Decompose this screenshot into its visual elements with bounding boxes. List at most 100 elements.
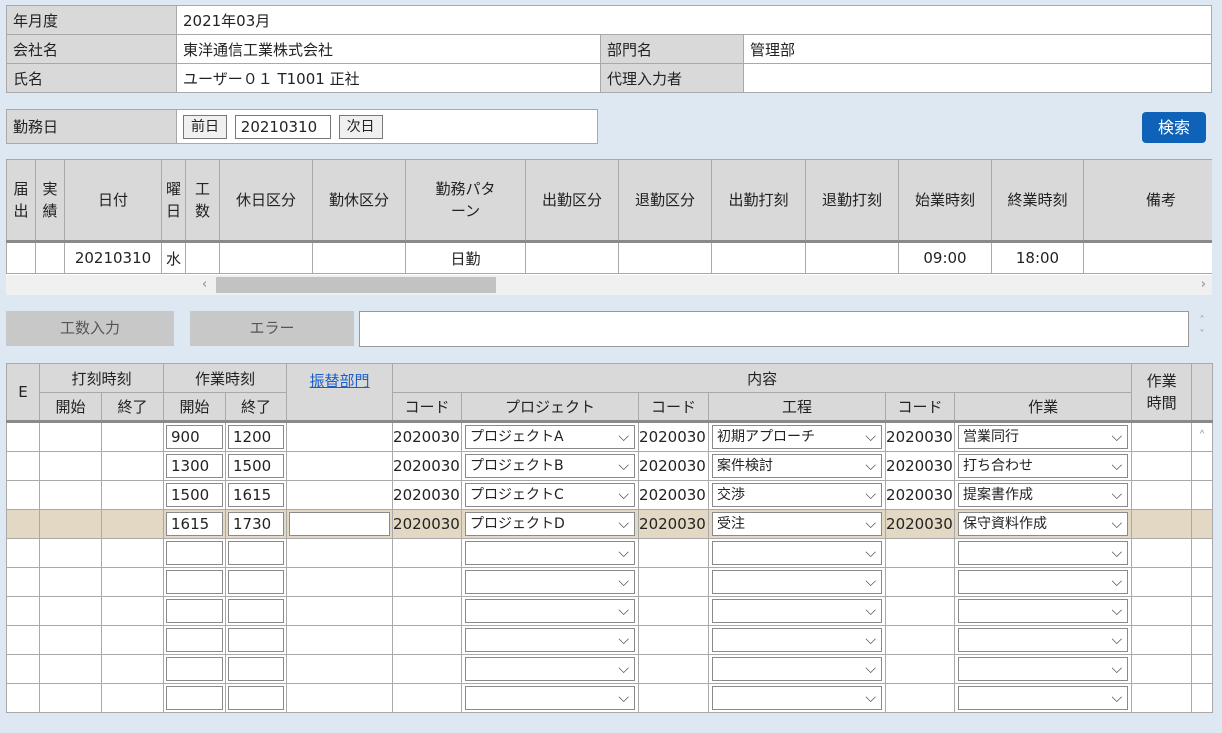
- col-end-time: 終業時刻: [991, 159, 1084, 242]
- next-day-button[interactable]: 次日: [338, 114, 383, 139]
- chevron-down-icon: ⌵: [865, 603, 877, 619]
- project-code: 2020030: [392, 451, 463, 481]
- work-end-input[interactable]: [228, 657, 285, 681]
- work-end-input[interactable]: 1500: [228, 454, 285, 478]
- error-message-box[interactable]: [359, 311, 1189, 347]
- project-select[interactable]: ⌵: [465, 599, 636, 623]
- task-select[interactable]: ⌵: [958, 599, 1129, 623]
- task-select[interactable]: 提案書作成 ⌵: [958, 483, 1129, 507]
- attendance-horizontal-scrollbar[interactable]: ‹ ›: [6, 275, 1212, 295]
- task-select[interactable]: ⌵: [958, 686, 1129, 710]
- process-code: 2020030: [638, 480, 710, 510]
- work-row[interactable]: ⌵ ⌵ ⌵: [6, 596, 1214, 626]
- work-start-input[interactable]: [166, 541, 224, 565]
- process-select[interactable]: 受注 ⌵: [712, 512, 883, 536]
- prev-day-button[interactable]: 前日: [183, 114, 227, 139]
- project-select[interactable]: ⌵: [465, 541, 636, 565]
- col-e: E: [6, 363, 40, 422]
- task-select[interactable]: ⌵: [958, 628, 1129, 652]
- task-code: [885, 625, 956, 655]
- project-select[interactable]: プロジェクトC ⌵: [465, 483, 636, 507]
- work-start-input[interactable]: [166, 628, 224, 652]
- scroll-up-icon[interactable]: ˄: [1198, 428, 1206, 446]
- work-end-input[interactable]: [228, 686, 285, 710]
- scroll-thumb[interactable]: [216, 277, 496, 293]
- scroll-right-icon[interactable]: ›: [1201, 275, 1206, 295]
- work-end-input[interactable]: [228, 570, 285, 594]
- attendance-row[interactable]: 20210310 水 日勤 09:00 18:00: [6, 241, 1212, 274]
- work-row[interactable]: ⌵ ⌵ ⌵: [6, 567, 1214, 597]
- task-select[interactable]: ⌵: [958, 570, 1129, 594]
- scroll-left-icon[interactable]: ‹: [202, 275, 207, 295]
- work-row[interactable]: ⌵ ⌵ ⌵: [6, 683, 1214, 713]
- task-select[interactable]: ⌵: [958, 657, 1129, 681]
- project-code: 2020030: [392, 421, 463, 452]
- work-start-input[interactable]: [166, 599, 224, 623]
- process-code: [638, 567, 710, 597]
- project-select[interactable]: プロジェクトD ⌵: [465, 512, 636, 536]
- search-button[interactable]: 検索: [1142, 112, 1206, 143]
- col-weekday: 曜日: [161, 159, 186, 242]
- task-select[interactable]: 打ち合わせ ⌵: [958, 454, 1129, 478]
- work-end-input[interactable]: [228, 628, 285, 652]
- process-select[interactable]: 案件検討 ⌵: [712, 454, 883, 478]
- task-select[interactable]: ⌵: [958, 541, 1129, 565]
- task-code: [885, 538, 956, 568]
- col-process-code: コード: [638, 392, 710, 422]
- work-row[interactable]: ⌵ ⌵ ⌵: [6, 625, 1214, 655]
- work-start-input[interactable]: 1300: [166, 454, 224, 478]
- chevron-down-icon: ⌵: [1111, 487, 1123, 503]
- work-row[interactable]: 1500 1615 2020030 プロジェクトC ⌵ 2020030 交渉 ⌵ 2020030…: [6, 480, 1214, 510]
- work-end-input[interactable]: 1200: [228, 425, 285, 449]
- task-select[interactable]: 保守資料作成 ⌵: [958, 512, 1129, 536]
- work-start-input[interactable]: [166, 570, 224, 594]
- chevron-down-icon: ⌵: [618, 516, 630, 532]
- task-code: 2020030: [885, 451, 956, 481]
- col-notification: 届出: [6, 159, 36, 242]
- project-select[interactable]: プロジェクトA ⌵: [465, 425, 636, 449]
- process-select[interactable]: 交渉 ⌵: [712, 483, 883, 507]
- project-select[interactable]: プロジェクトB ⌵: [465, 454, 636, 478]
- project-code: [392, 538, 463, 568]
- duration-cell: [1131, 567, 1193, 597]
- process-select[interactable]: ⌵: [712, 628, 883, 652]
- kosu-input-button[interactable]: 工数入力: [6, 311, 174, 346]
- work-row[interactable]: 900 1200 2020030 プロジェクトA ⌵ 2020030 初期アプローチ ⌵ 202…: [6, 421, 1214, 452]
- transfer-dept-link[interactable]: 振替部門: [310, 372, 370, 390]
- work-row[interactable]: ⌵ ⌵ ⌵: [6, 654, 1214, 684]
- attendance-weekday: 水: [161, 241, 186, 274]
- chevron-down-icon: ⌵: [618, 574, 630, 590]
- process-code: [638, 596, 710, 626]
- work-start-input[interactable]: 1500: [166, 483, 224, 507]
- chevron-down-icon: ⌵: [618, 632, 630, 648]
- process-select[interactable]: ⌵: [712, 570, 883, 594]
- project-code: [392, 596, 463, 626]
- process-select[interactable]: ⌵: [712, 599, 883, 623]
- process-select[interactable]: ⌵: [712, 686, 883, 710]
- work-end-input[interactable]: 1615: [228, 483, 285, 507]
- work-start-input[interactable]: 900: [166, 425, 224, 449]
- process-select[interactable]: ⌵: [712, 657, 883, 681]
- work-end-input[interactable]: [228, 599, 285, 623]
- workday-date-input[interactable]: 20210310: [234, 114, 331, 139]
- col-duration: 作業時間: [1131, 363, 1193, 422]
- process-select[interactable]: ⌵: [712, 541, 883, 565]
- work-row[interactable]: ⌵ ⌵ ⌵: [6, 538, 1214, 568]
- task-code: [885, 596, 956, 626]
- process-select[interactable]: 初期アプローチ ⌵: [712, 425, 883, 449]
- transfer-dept-input[interactable]: [289, 512, 391, 536]
- work-start-input[interactable]: 1615: [166, 512, 224, 536]
- task-select[interactable]: 営業同行 ⌵: [958, 425, 1129, 449]
- work-start-input[interactable]: [166, 657, 224, 681]
- work-start-input[interactable]: [166, 686, 224, 710]
- work-end-input[interactable]: [228, 541, 285, 565]
- attendance-pattern: 日勤: [405, 241, 526, 274]
- work-row[interactable]: 1615 1730 2020030 プロジェクトD ⌵ 2020030 受注 ⌵ 2020030…: [6, 509, 1214, 539]
- error-scroll-icon[interactable]: ˄ ˅: [1192, 311, 1212, 347]
- project-select[interactable]: ⌵: [465, 657, 636, 681]
- project-select[interactable]: ⌵: [465, 628, 636, 652]
- work-row[interactable]: 1300 1500 2020030 プロジェクトB ⌵ 2020030 案件検討 ⌵ 20200…: [6, 451, 1214, 481]
- project-select[interactable]: ⌵: [465, 686, 636, 710]
- work-end-input[interactable]: 1730: [228, 512, 285, 536]
- project-select[interactable]: ⌵: [465, 570, 636, 594]
